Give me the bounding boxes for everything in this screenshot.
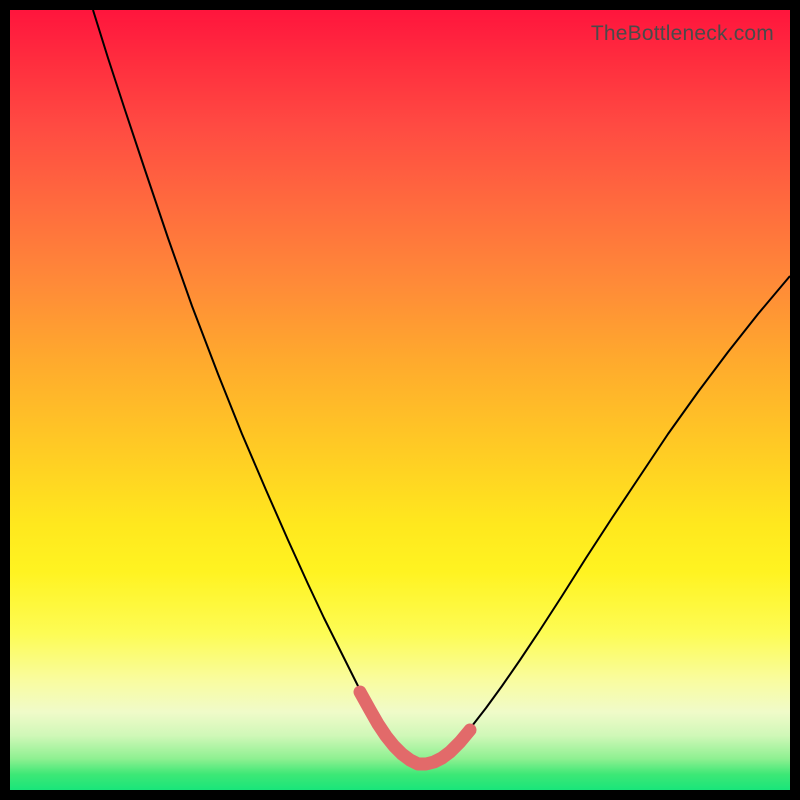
chart-stage: TheBottleneck.com bbox=[0, 0, 800, 800]
bottleneck-curve bbox=[93, 10, 790, 762]
gradient-plot-area: TheBottleneck.com bbox=[10, 10, 790, 790]
trough-highlight bbox=[360, 692, 470, 764]
watermark-text: TheBottleneck.com bbox=[591, 22, 774, 46]
curve-layer bbox=[10, 10, 790, 790]
